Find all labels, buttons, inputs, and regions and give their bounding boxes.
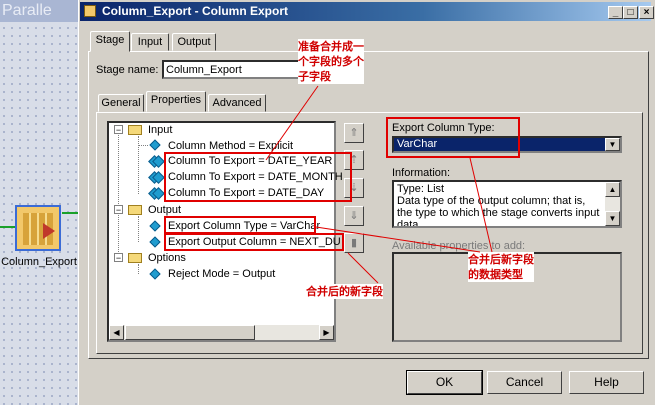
tab-properties[interactable]: Properties bbox=[146, 91, 206, 112]
tab-stage[interactable]: Stage bbox=[90, 31, 130, 52]
annotation-arrows bbox=[265, 85, 493, 284]
